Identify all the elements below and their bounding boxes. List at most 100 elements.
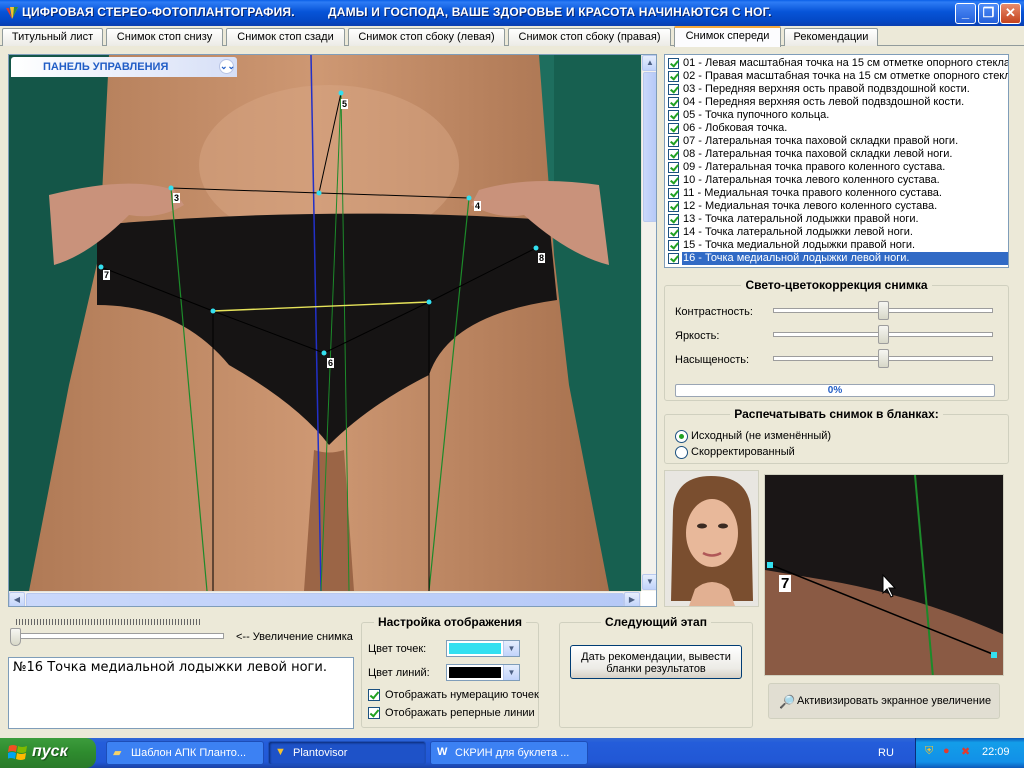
scroll-right-icon[interactable]: ▶ (624, 592, 640, 606)
checkbox[interactable] (668, 136, 679, 147)
task-word-doc[interactable]: W СКРИН для буклета ... (430, 741, 588, 765)
tab-front-view[interactable]: Снимок спереди (674, 26, 781, 47)
tab-feet-bottom[interactable]: Снимок стоп снизу (106, 28, 223, 46)
minimize-button[interactable]: _ (955, 3, 976, 24)
checkbox[interactable] (668, 175, 679, 186)
point-item-selected[interactable]: 16 - Точка медиальной лодыжки левой ноги… (667, 252, 1008, 265)
point-item[interactable]: 10 - Латеральная точка левого коленного … (667, 174, 1008, 187)
windows-logo-icon (8, 745, 27, 760)
point-color-label: Цвет точек: (368, 643, 427, 655)
shield-icon[interactable]: ⛨ (925, 745, 933, 758)
checkbox[interactable] (368, 689, 380, 701)
contrast-slider-thumb[interactable] (877, 301, 889, 320)
scroll-up-icon[interactable]: ▲ (642, 55, 656, 71)
point-marker-6: 6 (327, 358, 335, 368)
antivirus-icon[interactable]: ● (943, 745, 950, 757)
tab-title-page[interactable]: Титульный лист (2, 28, 103, 46)
folder-icon: ▰ (113, 747, 122, 759)
point-item[interactable]: 05 - Точка пупочного кольца. (667, 109, 1008, 122)
checkbox[interactable] (668, 71, 679, 82)
point-item[interactable]: 13 - Точка латеральной лодыжки правой но… (667, 213, 1008, 226)
task-template-folder[interactable]: ▰ Шаблон АПК Планто... (106, 741, 264, 765)
point-item[interactable]: 04 - Передняя верхняя ость левой подвздо… (667, 96, 1008, 109)
close-button[interactable]: ✕ (1000, 3, 1021, 24)
contrast-label: Контрастность: (675, 306, 753, 318)
start-button[interactable]: пуск (0, 738, 96, 768)
photo-viewport[interactable]: 3 4 5 6 7 8 ПАНЕЛЬ УПРАВЛЕНИЯ ⌄⌄ ▲ ▼ ◀ ▶ (8, 54, 657, 607)
tab-feet-back[interactable]: Снимок стоп сзади (226, 28, 345, 46)
photo-vscroll-thumb[interactable] (643, 72, 656, 222)
checkbox[interactable] (668, 58, 679, 69)
point-item[interactable]: 06 - Лобковая точка. (667, 122, 1008, 135)
checkbox[interactable] (668, 123, 679, 134)
radio-original-label: Исходный (не изменённый) (691, 430, 832, 442)
zoom-slider[interactable] (12, 633, 224, 639)
point-item[interactable]: 14 - Точка латеральной лодыжки левой ног… (667, 226, 1008, 239)
restore-icon: ❐ (982, 5, 995, 20)
activate-zoom-button[interactable]: 🔎 Активизировать экранное увеличение (768, 683, 1000, 719)
zoom-slider-thumb[interactable] (10, 628, 21, 646)
checkbox[interactable] (668, 149, 679, 160)
language-indicator[interactable]: RU (878, 747, 894, 759)
show-numbering-label: Отображать нумерацию точек (385, 689, 539, 701)
checkbox[interactable] (368, 707, 380, 719)
point-item[interactable]: 12 - Медиальная точка левого коленного с… (667, 200, 1008, 213)
checkbox[interactable] (668, 253, 679, 264)
checkbox[interactable] (668, 84, 679, 95)
scroll-left-icon[interactable]: ◀ (9, 592, 25, 606)
line-color-label: Цвет линий: (368, 667, 430, 679)
front-view-photo[interactable] (9, 55, 641, 591)
saturation-slider-thumb[interactable] (877, 349, 889, 368)
tab-recommendations[interactable]: Рекомендации (784, 28, 878, 46)
point-item[interactable]: 08 - Латеральная точка паховой складки л… (667, 148, 1008, 161)
maximize-button[interactable]: ❐ (978, 3, 999, 24)
control-panel-title: ПАНЕЛЬ УПРАВЛЕНИЯ (43, 61, 169, 73)
point-marker-4: 4 (474, 201, 482, 211)
point-item[interactable]: 11 - Медиальная точка правого коленного … (667, 187, 1008, 200)
point-item[interactable]: 01 - Левая масштабная точка на 15 см отм… (667, 57, 1008, 70)
points-checklist[interactable]: 01 - Левая масштабная точка на 15 см отм… (664, 54, 1009, 268)
point-item[interactable]: 03 - Передняя верхняя ость правой подвзд… (667, 83, 1008, 96)
point-item[interactable]: 15 - Точка медиальной лодыжки правой ног… (667, 239, 1008, 252)
recommendations-button[interactable]: Дать рекомендации, вывести бланки резуль… (570, 645, 742, 679)
zoom-tick-marks (16, 619, 202, 625)
checkbox[interactable] (668, 188, 679, 199)
brightness-label: Яркость: (675, 330, 720, 342)
radio-dot[interactable] (675, 446, 688, 459)
control-panel-header[interactable]: ПАНЕЛЬ УПРАВЛЕНИЯ ⌄⌄ (11, 57, 237, 77)
scroll-down-icon[interactable]: ▼ (642, 574, 656, 590)
brightness-slider-thumb[interactable] (877, 325, 889, 344)
checkbox[interactable] (668, 97, 679, 108)
next-step-title: Следующий этап (601, 615, 711, 629)
line-color-select[interactable]: ▼ (446, 664, 520, 681)
checkbox[interactable] (668, 214, 679, 225)
photo-vscrollbar[interactable]: ▲ ▼ (641, 55, 656, 591)
checkbox[interactable] (668, 110, 679, 121)
checkbox[interactable] (668, 227, 679, 238)
checkbox[interactable] (668, 240, 679, 251)
tab-feet-side-left[interactable]: Снимок стоп сбоку (левая) (348, 28, 505, 46)
double-chevron-down-icon[interactable]: ⌄⌄ (219, 59, 235, 74)
photo-hscroll-thumb[interactable] (26, 593, 624, 606)
system-tray: ⛨ ● ✖ 22:09 (915, 738, 1024, 768)
alert-icon[interactable]: ✖ (961, 745, 970, 758)
point-item[interactable]: 02 - Правая масштабная точка на 15 см от… (667, 70, 1008, 83)
radio-dot[interactable] (675, 430, 688, 443)
magnifier-marker-7: 7 (779, 575, 792, 592)
title-bar[interactable]: ЦИФРОВАЯ СТЕРЕО-ФОТОПЛАНТОГРАФИЯ. ДАМЫ И… (0, 0, 1024, 26)
checkbox[interactable] (668, 201, 679, 212)
portrait-image (665, 471, 758, 606)
chevron-down-icon[interactable]: ▼ (503, 665, 519, 680)
window-title: ЦИФРОВАЯ СТЕРЕО-ФОТОПЛАНТОГРАФИЯ. (22, 5, 295, 19)
task-plantovisor[interactable]: ▼ Plantovisor (268, 741, 426, 765)
point-item[interactable]: 09 - Латеральная точка правого коленного… (667, 161, 1008, 174)
recommendations-button-line1: Дать рекомендации, вывести (581, 651, 731, 663)
chevron-down-icon[interactable]: ▼ (503, 641, 519, 656)
tab-feet-side-right[interactable]: Снимок стоп сбоку (правая) (508, 28, 671, 46)
point-item[interactable]: 07 - Латеральная точка паховой складки п… (667, 135, 1008, 148)
photo-hscrollbar[interactable]: ◀ ▶ (9, 591, 641, 606)
point-color-select[interactable]: ▼ (446, 640, 520, 657)
magnifier-view[interactable]: 7 (764, 474, 1004, 676)
tab-strip: Титульный лист Снимок стоп снизу Снимок … (0, 26, 1024, 47)
checkbox[interactable] (668, 162, 679, 173)
